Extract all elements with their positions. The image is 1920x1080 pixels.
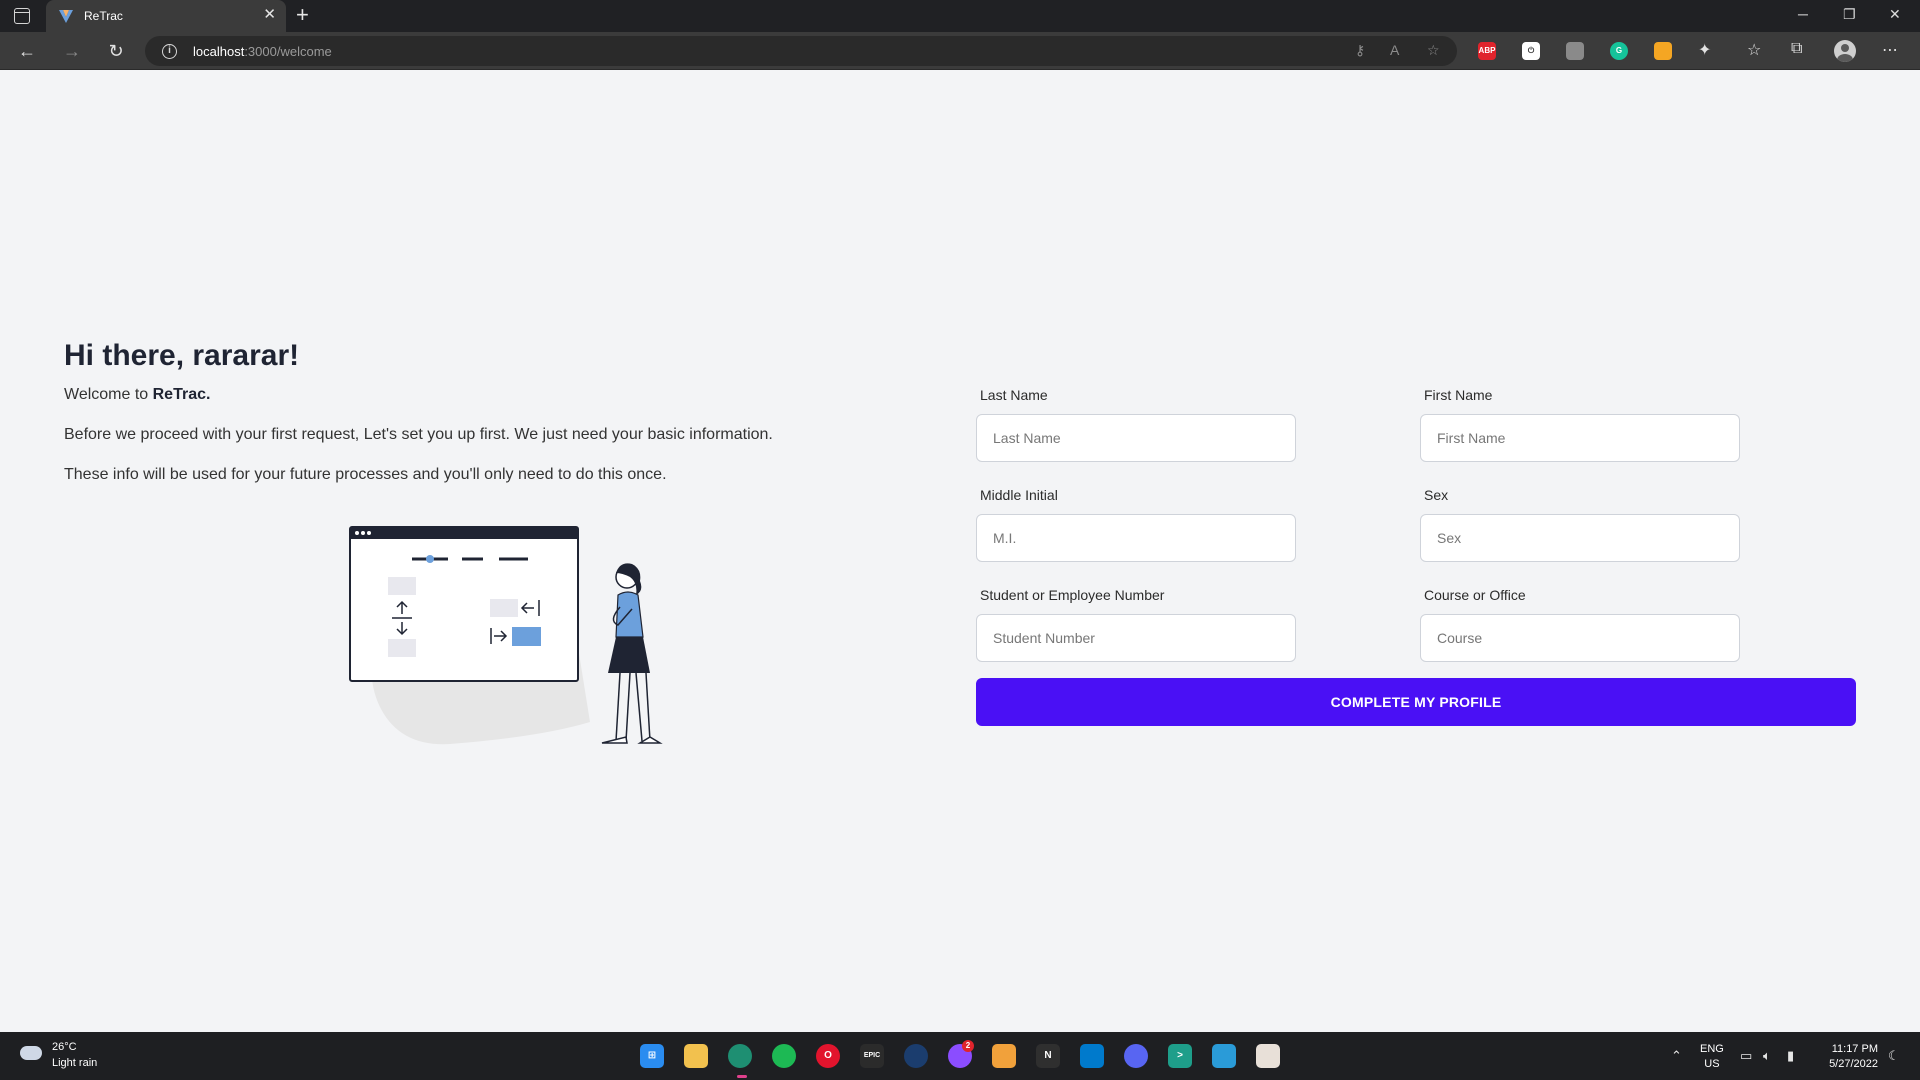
vscode-icon[interactable] — [1080, 1044, 1104, 1068]
last-name-input[interactable] — [976, 414, 1296, 462]
honey-extension-icon[interactable] — [1654, 42, 1672, 60]
middle-initial-input[interactable] — [976, 514, 1296, 562]
first-name-label: First Name — [1424, 387, 1493, 403]
network-icon[interactable]: ▭ — [1740, 1048, 1752, 1064]
windows-taskbar: 26°C Light rain ⊞ O EPIC 2 N > ⌃ ENG US ▭… — [0, 1032, 1920, 1080]
site-info-icon[interactable]: i — [162, 44, 177, 59]
cloud-icon[interactable] — [20, 1046, 42, 1060]
retrac-favicon-icon — [59, 10, 73, 23]
tab-title: ReTrac — [84, 9, 123, 23]
opera-icon[interactable]: O — [816, 1044, 840, 1068]
student-number-label: Student or Employee Number — [980, 587, 1165, 603]
greeting-heading: Hi there, rararar! — [64, 339, 300, 372]
restore-icon[interactable]: ❐ — [1843, 6, 1856, 23]
brand-name: ReTrac. — [152, 386, 211, 403]
intro-paragraph: Before we proceed with your first reques… — [64, 426, 773, 443]
power-extension-icon[interactable]: ⏻ — [1522, 42, 1540, 60]
back-icon[interactable]: ← — [16, 40, 38, 62]
forward-icon[interactable]: → — [61, 40, 83, 62]
photos-icon[interactable] — [1212, 1044, 1236, 1068]
refresh-icon[interactable]: ↻ — [105, 40, 127, 62]
add-favorite-icon[interactable]: ☆ — [1427, 42, 1440, 59]
active-app-indicator — [737, 1075, 747, 1078]
weather-temperature[interactable]: 26°C — [52, 1041, 77, 1053]
messenger-notification-badge: 2 — [962, 1040, 974, 1052]
shield-app-icon[interactable] — [992, 1044, 1016, 1068]
grammarly-extension-icon[interactable]: G — [1610, 42, 1628, 60]
profile-avatar[interactable] — [1834, 40, 1856, 62]
favorites-icon[interactable]: ☆ — [1747, 40, 1761, 60]
read-aloud-icon[interactable]: A — [1390, 42, 1399, 58]
image-viewer-icon[interactable] — [1256, 1044, 1280, 1068]
browser-tab[interactable]: ReTrac ✕ — [46, 0, 286, 32]
middle-initial-label: Middle Initial — [980, 487, 1058, 503]
info-paragraph: These info will be used for your future … — [64, 466, 667, 483]
course-input[interactable] — [1420, 614, 1740, 662]
complete-profile-button[interactable]: COMPLETE MY PROFILE — [976, 678, 1856, 726]
collections-icon[interactable]: ⧉ — [1791, 40, 1802, 58]
browser-tab-bar: ReTrac ✕ + ─ ❐ ✕ — [0, 0, 1920, 32]
night-mode-icon[interactable]: ☾ — [1888, 1048, 1900, 1064]
url-text[interactable]: localhost:3000/welcome — [193, 44, 332, 59]
show-hidden-icons-chevron-icon[interactable]: ⌃ — [1671, 1048, 1682, 1064]
language-indicator[interactable]: ENG US — [1700, 1042, 1724, 1072]
more-menu-icon[interactable]: ⋯ — [1882, 40, 1898, 60]
windows-start-icon[interactable]: ⊞ — [640, 1044, 664, 1068]
adblock-extension-icon[interactable]: ABP — [1478, 42, 1496, 60]
discord-icon[interactable] — [1124, 1044, 1148, 1068]
key-icon[interactable]: ⚷ — [1355, 42, 1365, 59]
close-tab-icon[interactable]: ✕ — [263, 7, 276, 23]
volume-icon[interactable]: 🔈︎ — [1763, 1048, 1771, 1064]
student-number-input[interactable] — [976, 614, 1296, 662]
notion-icon[interactable]: N — [1036, 1044, 1060, 1068]
close-window-icon[interactable]: ✕ — [1889, 6, 1901, 23]
copy-extension-icon[interactable] — [1566, 42, 1584, 60]
edge-icon[interactable] — [728, 1044, 752, 1068]
weather-description[interactable]: Light rain — [52, 1057, 97, 1069]
clock[interactable]: 11:17 PM 5/27/2022 — [1810, 1042, 1878, 1072]
browser-toolbar: ← → ↻ i localhost:3000/welcome ⚷ A ☆ ABP… — [0, 32, 1920, 70]
tab-actions-icon[interactable] — [14, 8, 30, 24]
extensions-icon[interactable]: ✦ — [1698, 40, 1711, 60]
course-label: Course or Office — [1424, 587, 1526, 603]
welcome-page: Hi there, rararar! Welcome to ReTrac. Be… — [0, 71, 1920, 1031]
file-explorer-icon[interactable] — [684, 1044, 708, 1068]
spotify-icon[interactable] — [772, 1044, 796, 1068]
new-tab-button[interactable]: + — [296, 4, 309, 26]
battery-icon[interactable]: ▮ — [1787, 1048, 1794, 1064]
profile-setup-illustration — [349, 526, 663, 745]
first-name-input[interactable] — [1420, 414, 1740, 462]
sex-label: Sex — [1424, 487, 1449, 503]
terminal-icon[interactable]: > — [1168, 1044, 1192, 1068]
steam-icon[interactable] — [904, 1044, 928, 1068]
address-bar[interactable]: i localhost:3000/welcome ⚷ A ☆ — [145, 36, 1457, 66]
welcome-text: Welcome to ReTrac. — [64, 386, 211, 403]
epic-games-icon[interactable]: EPIC — [860, 1044, 884, 1068]
sex-input[interactable] — [1420, 514, 1740, 562]
last-name-label: Last Name — [980, 387, 1048, 403]
minimize-icon[interactable]: ─ — [1798, 6, 1808, 22]
